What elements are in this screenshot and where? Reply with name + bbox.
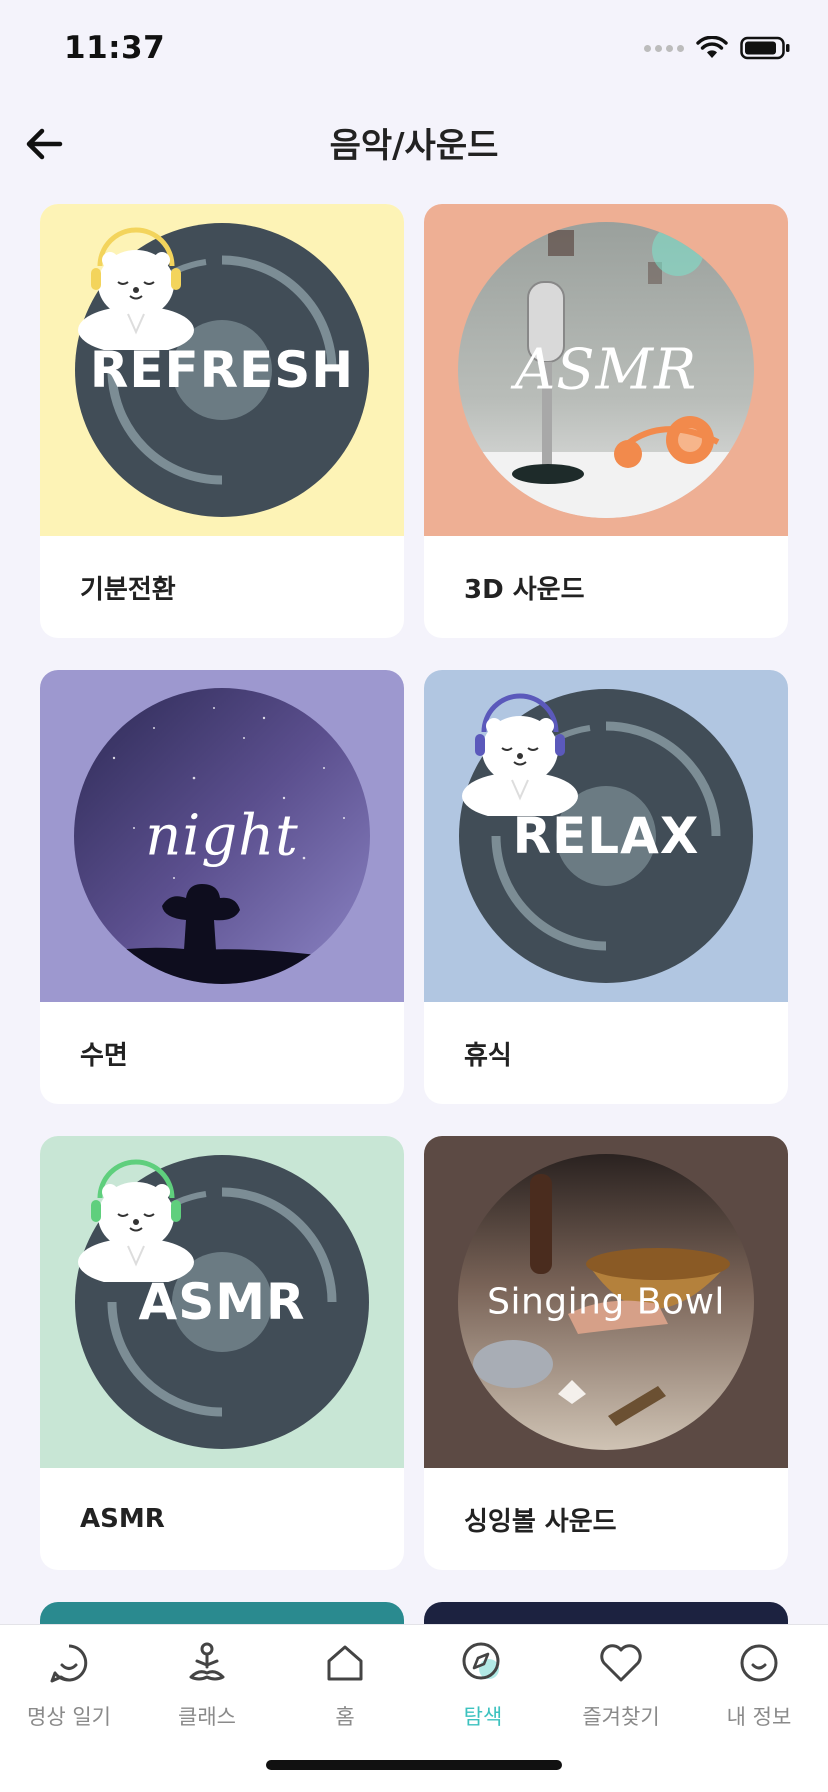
tab-label: 홈 — [335, 1705, 355, 1729]
card-artwork: REFRESH — [40, 204, 404, 536]
card-label: 3D 사운드 — [464, 574, 585, 605]
category-card-rest[interactable]: RELAX 휴식 — [424, 670, 788, 1104]
smile-icon — [735, 1639, 783, 1687]
tab-favorites[interactable]: 즐겨찾기 — [552, 1639, 690, 1739]
category-card-asmr[interactable]: ASMR ASMR — [40, 1136, 404, 1570]
cellular-signal-icon — [644, 44, 684, 52]
card-artwork: RELAX — [424, 670, 788, 1002]
status-time: 11:37 — [64, 30, 166, 66]
card-art-text: Singing Bowl — [487, 1281, 725, 1323]
card-artwork: ASMR — [40, 1136, 404, 1468]
night-sky-art: night — [74, 688, 370, 984]
card-label: 휴식 — [464, 1040, 512, 1071]
meditation-icon — [183, 1639, 231, 1687]
page-title: 음악/사운드 — [329, 126, 499, 166]
card-label: 수면 — [80, 1040, 128, 1071]
battery-icon — [740, 36, 790, 60]
tab-home[interactable]: 홈 — [276, 1639, 414, 1739]
bear-headphones-icon — [78, 1159, 194, 1282]
tab-diary[interactable]: 명상 일기 — [0, 1639, 138, 1739]
card-art-text: ASMR — [514, 337, 698, 403]
card-label: ASMR — [80, 1504, 165, 1534]
category-card-singing-bowl[interactable]: Singing Bowl 싱잉볼 사운드 — [424, 1136, 788, 1570]
asmr-disc-art: ASMR — [74, 1154, 370, 1450]
tab-label: 내 정보 — [726, 1705, 792, 1729]
header: 음악/사운드 — [0, 100, 828, 192]
bottom-tab-bar: 명상 일기 클래스 홈 탐색 즐겨찾기 내 정보 — [0, 1624, 828, 1792]
chat-smile-icon — [45, 1639, 93, 1687]
card-label: 기분전환 — [80, 574, 176, 605]
category-card-refresh[interactable]: REFRESH 기분전환 — [40, 204, 404, 638]
status-bar: 11:37 — [0, 0, 828, 100]
category-grid: REFRESH 기분전환 ASMR 3D 사운드 night 수면 RELAX … — [40, 204, 788, 1570]
asmr-microphone-art: ASMR — [458, 222, 754, 518]
bear-headphones-icon — [462, 693, 578, 816]
tab-label: 즐겨찾기 — [582, 1705, 660, 1729]
home-icon — [321, 1639, 369, 1687]
card-art-text: night — [145, 803, 299, 869]
tab-explore[interactable]: 탐색 — [414, 1639, 552, 1739]
card-artwork: ASMR — [424, 204, 788, 536]
tab-class[interactable]: 클래스 — [138, 1639, 276, 1739]
tab-label: 클래스 — [178, 1705, 236, 1729]
status-icons — [644, 36, 792, 60]
card-artwork: night — [40, 670, 404, 1002]
wifi-icon — [696, 36, 728, 58]
card-label: 싱잉볼 사운드 — [464, 1506, 617, 1537]
bear-headphones-icon — [78, 227, 194, 350]
tab-my-info[interactable]: 내 정보 — [690, 1639, 828, 1739]
card-artwork: Singing Bowl — [424, 1136, 788, 1468]
category-card-sleep[interactable]: night 수면 — [40, 670, 404, 1104]
refresh-disc-art: REFRESH — [74, 222, 370, 518]
home-indicator — [266, 1760, 562, 1770]
compass-icon — [459, 1639, 507, 1687]
category-card-3d-sound[interactable]: ASMR 3D 사운드 — [424, 204, 788, 638]
heart-icon — [597, 1639, 645, 1687]
relax-disc-art: RELAX — [458, 688, 754, 984]
tab-label: 명상 일기 — [27, 1705, 111, 1729]
tab-label: 탐색 — [463, 1705, 503, 1729]
singing-bowl-art: Singing Bowl — [458, 1154, 754, 1450]
